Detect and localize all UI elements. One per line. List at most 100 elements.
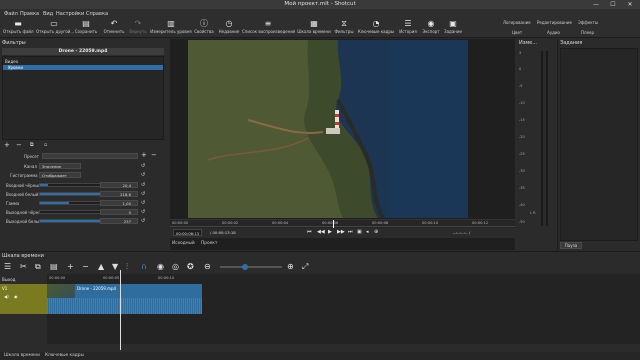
recent-button[interactable]: ◷ Недавние [217,18,241,38]
reset-icon[interactable]: ↺ [141,172,145,178]
cut-icon[interactable]: ✂ [20,262,27,272]
skip-start-icon[interactable]: ⏮ [307,229,312,236]
timeline-playhead[interactable] [120,270,121,350]
slider-row: Выходной белый 237 ↺ [2,218,162,225]
pause-button[interactable]: Пауза [560,242,582,249]
video-preview[interactable] [188,40,468,218]
volume-icon[interactable]: ◂ [366,229,369,236]
slider-value[interactable]: 218,6 [100,191,138,197]
save-button[interactable]: ▤ Сохранить [74,18,98,38]
copy-icon[interactable]: ⧉ [35,262,41,272]
open-file-button[interactable]: ▬ Открыть файл [3,18,34,38]
layout-editing[interactable]: Редактирование [537,20,572,25]
position-timecode[interactable]: 00:00:06:13 [173,229,203,236]
remove-icon[interactable]: − [82,262,89,272]
layout-color[interactable]: Цвет [512,30,522,35]
tab-project[interactable]: Проект [201,241,217,246]
reset-icon[interactable]: ↺ [141,191,145,197]
undo-button[interactable]: ↶ Отменить [102,18,126,38]
timeline-clip[interactable]: Drone - 22059.mp4 [47,284,202,314]
filter-tools: + − ⧉ ▫ [2,141,166,149]
paste-icon[interactable]: ▤ [50,262,58,272]
reset-icon[interactable]: ↺ [141,209,145,215]
minimize-button[interactable]: — [588,0,604,9]
split-icon[interactable]: ⫶ [126,262,128,272]
reset-icon[interactable]: ↺ [141,163,145,169]
ruler-tick: 00:00:10 [422,221,439,225]
remove-filter-button[interactable]: − [16,141,22,149]
deselect-filter-icon[interactable]: ▫ [44,141,47,149]
layout-audio[interactable]: Аудио [547,30,560,35]
track-v1-header[interactable]: V1 ◀) ◉ [0,284,47,314]
layout-player[interactable]: Плеер [581,30,594,35]
mute-icon[interactable]: ◀) [4,294,9,299]
zoom-slider[interactable] [220,264,282,270]
menu-file[interactable]: Файл [4,11,18,17]
filter-list[interactable]: Видео ✓ Уровни [2,56,164,140]
ripple-all-icon[interactable]: ✪ [187,262,194,272]
histogram-combo[interactable]: Отображает [39,172,81,178]
maximize-button[interactable]: ☐ [605,0,621,9]
export-button[interactable]: ◉ Экспорт [420,18,442,38]
open-other-button[interactable]: ▭ Открыть другой... [36,18,74,38]
playlist-button[interactable]: ≡ Список воспроизведения [242,18,295,38]
close-button[interactable]: ✕ [622,0,638,9]
zoom-icon[interactable]: ⊕ [374,229,378,236]
add-filter-button[interactable]: + [4,141,10,149]
preset-delete-button[interactable]: − [151,152,157,159]
menu-help[interactable]: Справка [86,11,108,17]
timeline-button[interactable]: ▦ Шкала времени [296,18,332,38]
layout-logging[interactable]: Логирование [503,20,531,25]
level-meter-button[interactable]: ▥ Измеритель уровня [150,18,192,38]
grid-icon[interactable]: ▣ [357,229,362,236]
tab-keyframes[interactable]: Ключевые кадры [45,353,84,358]
scrub-icon[interactable]: ◉ [157,262,164,272]
filters-button[interactable]: ⧖ Фильтры [333,18,355,38]
skip-end-icon[interactable]: ⏭ [348,229,353,236]
menu-view[interactable]: Вид [43,11,53,17]
preset-combo[interactable] [42,153,138,159]
slider-row: Входной чёрный 20,4 ↺ [2,182,162,189]
slider-row: Гамма 1,00 ↺ [2,200,162,207]
preset-save-button[interactable]: + [141,152,147,159]
redo-button[interactable]: ↷ Вернуть [127,18,149,38]
timeline-ruler[interactable]: 00:00:00 00:00:05 00:00:10 [47,276,640,284]
fast-forward-icon[interactable]: ▶▶ [337,229,345,236]
jobs-button[interactable]: ▣ Задание [442,18,464,38]
properties-button[interactable]: ⓘ Свойства [192,18,216,38]
tab-timeline[interactable]: Шкала времени [4,353,40,358]
layout-effects[interactable]: Эффекты [578,20,598,25]
snap-icon[interactable]: ∩ [141,262,147,272]
jobs-list[interactable] [560,48,638,241]
slider-value[interactable]: 20,4 [100,182,138,188]
redo-icon: ↷ [134,19,142,28]
append-icon[interactable]: + [67,262,74,272]
audio-waveform [47,298,202,314]
copy-filter-icon[interactable]: ⧉ [30,141,34,149]
menu-settings[interactable]: Настройки [56,11,84,17]
zoom-out-icon[interactable]: ⊖ [204,262,211,272]
play-icon[interactable]: ▶ [328,229,332,236]
hide-icon[interactable]: ◉ [14,294,18,299]
slider-value[interactable]: 1,00 [100,200,138,206]
lift-icon[interactable]: ▲ [98,262,104,272]
channel-combo[interactable]: Значение [39,163,81,169]
zoom-slider-knob[interactable] [242,264,248,270]
slider-value[interactable]: 0 [100,209,138,215]
reset-icon[interactable]: ↺ [141,218,145,224]
reset-icon[interactable]: ↺ [141,182,145,188]
slider-value[interactable]: 237 [100,218,138,224]
history-button[interactable]: ☰ История [396,18,420,38]
zoom-in-icon[interactable]: ⊕ [287,262,294,272]
zoom-fit-icon[interactable]: ⤢ [302,262,308,272]
filter-item-levels[interactable]: ✓ Уровни [3,65,163,70]
overwrite-icon[interactable]: ▼ [112,262,118,272]
tab-source[interactable]: Исходный [172,241,195,246]
ripple-icon[interactable]: ◎ [172,262,179,272]
reset-icon[interactable]: ↺ [141,200,145,206]
menu-edit[interactable]: Правка [20,11,39,17]
player-ruler[interactable]: 00:00:00 00:00:02 00:00:04 00:00:06 00:0… [170,219,515,229]
menu-icon[interactable]: ☰ [4,262,11,272]
rewind-icon[interactable]: ◀◀ [317,229,325,236]
keyframes-button[interactable]: ◔ Ключевые кадры [357,18,395,38]
